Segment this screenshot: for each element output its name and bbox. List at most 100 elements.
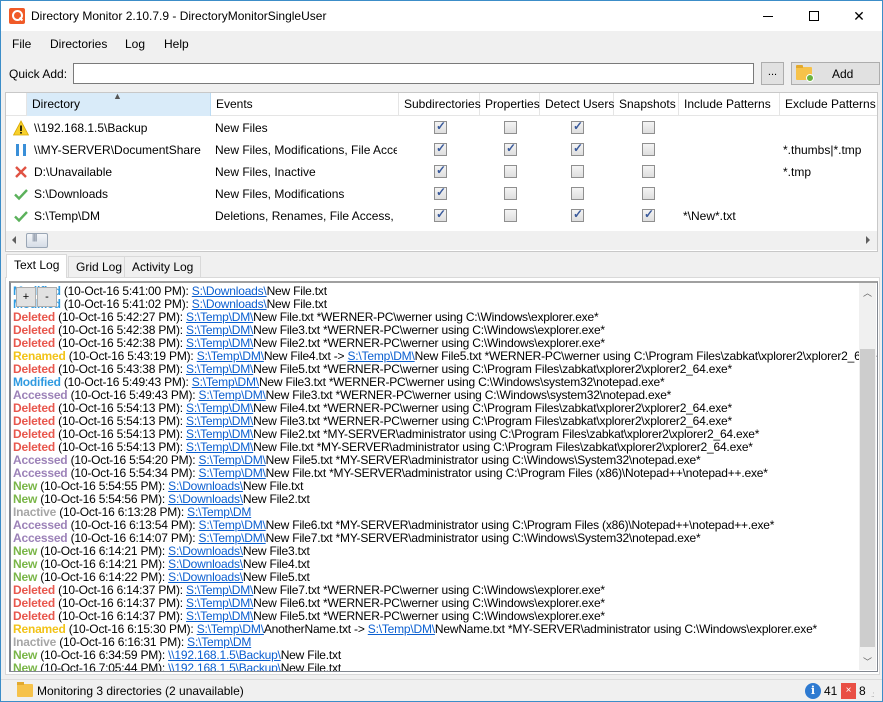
log-event-label: Inactive bbox=[13, 635, 57, 649]
log-path-link[interactable]: S:\Temp\DM bbox=[187, 505, 251, 519]
log-path-link[interactable]: S:\Temp\DM\ bbox=[192, 375, 259, 389]
log-path-link[interactable]: S:\Temp\DM\ bbox=[186, 583, 253, 597]
col-detect-users[interactable]: Detect Users bbox=[540, 93, 614, 116]
log-path-link[interactable]: S:\Downloads\ bbox=[192, 297, 267, 311]
col-status[interactable] bbox=[6, 93, 27, 116]
log-path-link[interactable]: S:\Downloads\ bbox=[168, 492, 243, 506]
scroll-thumb[interactable] bbox=[26, 233, 48, 248]
snapshots-checkbox[interactable] bbox=[642, 207, 655, 222]
log-path-link[interactable]: S:\Downloads\ bbox=[168, 570, 243, 584]
log-path-link[interactable]: S:\Temp\DM\ bbox=[186, 440, 253, 454]
col-properties[interactable]: Properties bbox=[480, 93, 540, 116]
add-button-label: Add bbox=[832, 67, 854, 81]
scroll-down-icon[interactable]: ﹀ bbox=[863, 655, 872, 668]
menu-help[interactable]: Help bbox=[164, 37, 189, 51]
quick-add-input[interactable] bbox=[73, 63, 754, 84]
grid-horizontal-scrollbar[interactable] bbox=[6, 231, 877, 250]
log-path-link[interactable]: S:\Temp\DM\ bbox=[186, 596, 253, 610]
log-path-link[interactable]: S:\Temp\DM\ bbox=[186, 414, 253, 428]
properties-checkbox[interactable] bbox=[504, 121, 517, 134]
log-path-link[interactable]: S:\Temp\DM\ bbox=[186, 323, 253, 337]
zoom-out-button[interactable]: - bbox=[37, 287, 57, 307]
log-path-link[interactable]: S:\Temp\DM\ bbox=[199, 466, 266, 480]
text-log-box[interactable]: + - Modified (10-Oct-16 5:41:00 PM): S:\… bbox=[9, 281, 878, 672]
minimize-button[interactable] bbox=[745, 1, 791, 31]
log-path-link[interactable]: S:\Temp\DM\ bbox=[199, 518, 266, 532]
log-path-link[interactable]: S:\Downloads\ bbox=[168, 479, 243, 493]
col-exclude-patterns[interactable]: Exclude Patterns bbox=[780, 93, 877, 116]
log-path-link[interactable]: S:\Temp\DM\ bbox=[186, 609, 253, 623]
tab-grid-log[interactable]: Grid Log bbox=[68, 256, 131, 277]
log-path-link[interactable]: S:\Temp\DM\ bbox=[199, 453, 266, 467]
subdirectories-checkbox[interactable] bbox=[434, 119, 447, 134]
col-subdirectories[interactable]: Subdirectories bbox=[399, 93, 481, 116]
log-path-link[interactable]: S:\Temp\DM\ bbox=[368, 622, 435, 636]
log-path-link[interactable]: S:\Temp\DM\ bbox=[186, 362, 253, 376]
snapshots-checkbox[interactable] bbox=[642, 165, 655, 178]
log-path-link[interactable]: \\192.168.1.5\Backup\ bbox=[168, 648, 281, 662]
app-logo-icon bbox=[9, 8, 25, 24]
col-snapshots[interactable]: Snapshots bbox=[614, 93, 679, 116]
log-path-link[interactable]: S:\Temp\DM\ bbox=[199, 531, 266, 545]
menu-log[interactable]: Log bbox=[125, 37, 145, 51]
log-path-link[interactable]: S:\Temp\DM\ bbox=[186, 427, 253, 441]
col-events[interactable]: Events bbox=[211, 93, 399, 116]
log-path-link[interactable]: S:\Downloads\ bbox=[192, 284, 267, 298]
col-directory[interactable]: ▲ Directory bbox=[27, 93, 211, 116]
log-detail: New File2.txt *WERNER-PC\werner using C:… bbox=[253, 336, 605, 350]
col-include-patterns[interactable]: Include Patterns bbox=[679, 93, 780, 116]
grid-row[interactable]: S:\Temp\DM Deletions, Renames, File Acces… bbox=[6, 205, 877, 227]
log-path-link[interactable]: S:\Temp\DM\ bbox=[197, 622, 264, 636]
log-path-link[interactable]: S:\Temp\DM\ bbox=[347, 349, 414, 363]
zoom-in-button[interactable]: + bbox=[16, 287, 36, 307]
close-button[interactable]: ✕ bbox=[836, 1, 882, 31]
log-detail: New File3.txt *WERNER-PC\werner using C:… bbox=[265, 388, 672, 402]
properties-checkbox[interactable] bbox=[504, 165, 517, 178]
log-scroll-thumb[interactable] bbox=[860, 349, 875, 647]
tab-activity-log[interactable]: Activity Log bbox=[124, 256, 202, 277]
browse-button[interactable]: ... bbox=[761, 62, 784, 85]
grid-row[interactable]: \\MY-SERVER\DocumentShare New Files, Modi… bbox=[6, 139, 877, 161]
properties-checkbox[interactable] bbox=[504, 141, 517, 156]
snapshots-checkbox[interactable] bbox=[642, 121, 655, 134]
info-icon[interactable]: i bbox=[805, 683, 821, 699]
grid-row[interactable]: S:\Downloads New Files, Modifications bbox=[6, 183, 877, 205]
log-path-link[interactable]: S:\Temp\DM\ bbox=[186, 336, 253, 350]
detect-users-checkbox[interactable] bbox=[571, 207, 584, 222]
snapshots-checkbox[interactable] bbox=[642, 187, 655, 200]
scroll-up-icon[interactable]: ︿ bbox=[863, 286, 872, 299]
menu-file[interactable]: File bbox=[12, 37, 31, 51]
maximize-button[interactable] bbox=[791, 1, 837, 31]
subdirectories-checkbox[interactable] bbox=[434, 185, 447, 200]
detect-users-checkbox[interactable] bbox=[571, 187, 584, 200]
add-button[interactable]: Add bbox=[791, 62, 880, 85]
scroll-right-icon[interactable] bbox=[866, 236, 870, 244]
log-path-link[interactable]: S:\Temp\DM\ bbox=[186, 401, 253, 415]
error-icon[interactable]: × bbox=[841, 683, 856, 699]
detect-users-checkbox[interactable] bbox=[571, 165, 584, 178]
log-path-link[interactable]: S:\Temp\DM\ bbox=[199, 388, 266, 402]
menu-directories[interactable]: Directories bbox=[50, 37, 107, 51]
log-path-link[interactable]: S:\Downloads\ bbox=[168, 544, 243, 558]
log-path-link[interactable]: S:\Temp\DM\ bbox=[197, 349, 264, 363]
properties-checkbox[interactable] bbox=[504, 187, 517, 200]
subdirectories-checkbox[interactable] bbox=[434, 141, 447, 156]
log-detail: New File.txt *MY-SERVER\administrator us… bbox=[253, 440, 753, 454]
detect-users-checkbox[interactable] bbox=[571, 141, 584, 156]
scroll-left-icon[interactable] bbox=[12, 236, 16, 244]
detect-users-checkbox[interactable] bbox=[571, 119, 584, 134]
log-vertical-scrollbar[interactable]: ︿ ﹀ bbox=[859, 283, 876, 670]
subdirectories-checkbox[interactable] bbox=[434, 163, 447, 178]
log-event-label: Inactive bbox=[13, 505, 57, 519]
log-path-link[interactable]: S:\Downloads\ bbox=[168, 557, 243, 571]
log-path-link[interactable]: \\192.168.1.5\Backup\ bbox=[168, 661, 281, 672]
subdirectories-checkbox[interactable] bbox=[434, 207, 447, 222]
grid-row[interactable]: D:\Unavailable New Files, Inactive *.tmp bbox=[6, 161, 877, 183]
log-path-link[interactable]: S:\Temp\DM\ bbox=[186, 310, 253, 324]
log-path-link[interactable]: S:\Temp\DM bbox=[187, 635, 251, 649]
resize-grip-icon[interactable]: .: bbox=[871, 690, 875, 699]
grid-row[interactable]: \\192.168.1.5\Backup New Files bbox=[6, 117, 877, 139]
snapshots-checkbox[interactable] bbox=[642, 143, 655, 156]
tab-text-log[interactable]: Text Log bbox=[6, 254, 68, 278]
properties-checkbox[interactable] bbox=[504, 209, 517, 222]
